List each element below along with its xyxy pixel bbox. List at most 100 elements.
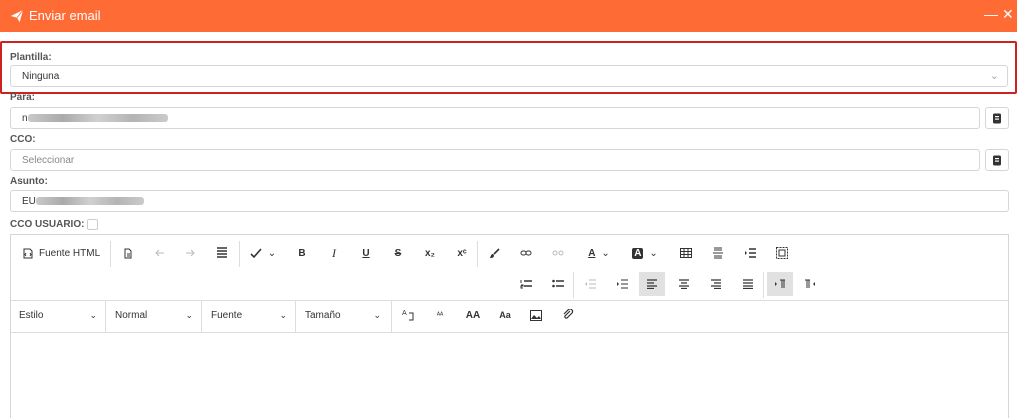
image-icon [530,309,542,321]
paragraph-format-button[interactable] [211,241,233,265]
table-icon [680,248,692,258]
svg-text:A: A [402,310,407,317]
unlink-icon [552,250,564,256]
font-color-dropdown[interactable]: A ⌄ [581,241,617,265]
undo-icon [155,249,164,257]
paper-plane-icon [10,9,24,23]
strikethrough-icon: S [394,247,402,259]
lowercase-button[interactable]: Aa [493,303,517,327]
source-code-icon [23,248,33,258]
align-right-button[interactable] [705,272,727,296]
address-book-button[interactable] [985,107,1009,129]
editor-content-area[interactable] [11,333,1008,418]
paragraph-block-icon [217,247,227,258]
unordered-list-button[interactable] [547,272,569,296]
undo-button[interactable] [149,241,171,265]
asunto-label: Asunto: [10,176,48,187]
size-dropdown[interactable]: Tamaño ⌄ [297,303,389,327]
source-html-button[interactable]: Fuente HTML [15,241,107,265]
spellcheck-dropdown[interactable]: ⌄ [245,241,281,265]
chevron-down-icon: ⌄ [373,309,381,320]
toolbar-separator [763,272,764,298]
text-transform-button[interactable]: A [397,303,419,327]
toolbar-separator [239,241,240,267]
toolbar-separator [477,241,478,267]
italic-icon: I [332,245,336,260]
uppercase-icon: AA [465,309,481,321]
para-input[interactable]: n [10,107,980,129]
plantilla-label: Plantilla: [10,52,52,63]
style-dropdown[interactable]: Estilo ⌄ [11,303,105,327]
subscript-button[interactable]: x₂ [419,241,441,265]
cco-usuario-checkbox[interactable] [87,219,98,230]
indent-button[interactable] [611,272,633,296]
align-center-icon [679,279,689,289]
outdent-button[interactable] [579,272,601,296]
align-left-button[interactable] [639,272,665,296]
rich-text-editor: Fuente HTML ⌄ B I U S x₂ xᶜ A ⌄ A ⌄ Esti… [10,234,1009,418]
image-button[interactable] [525,303,547,327]
link-button[interactable] [515,241,537,265]
cco-placeholder: Seleccionar [22,155,75,166]
fullscreen-icon [776,247,788,259]
spellcheck-icon [250,247,262,258]
redacted-email [27,114,168,123]
list-indent-icon [745,248,756,258]
chevron-down-icon: ⌄ [89,309,97,320]
asunto-input[interactable]: EU [10,190,1009,212]
font-color-icon: A [588,247,596,259]
format-dropdown-label: Normal [115,309,148,321]
minimize-button[interactable]: — [984,6,998,22]
toolbar-separator [391,300,392,332]
document-button[interactable] [117,241,139,265]
text-direction-ltr-icon [775,279,785,288]
text-direction-rtl-icon [805,279,815,288]
indent-icon [617,279,628,289]
fullscreen-button[interactable] [771,241,793,265]
format-dropdown[interactable]: Normal ⌄ [107,303,201,327]
strikethrough-button[interactable]: S [387,241,409,265]
justify-button[interactable] [737,272,759,296]
redo-button[interactable] [179,241,201,265]
horizontal-rule-button[interactable] [707,241,729,265]
background-color-dropdown[interactable]: A ⌄ [627,241,663,265]
small-caps-icon: ᴬᴬ [436,311,444,319]
underline-button[interactable]: U [355,241,377,265]
bold-button[interactable]: B [291,241,313,265]
font-dropdown[interactable]: Fuente ⌄ [203,303,295,327]
cco-select[interactable]: Seleccionar [10,149,980,171]
justify-icon [743,279,753,289]
plantilla-select[interactable]: Ninguna ⌄ [10,65,1008,87]
unlink-button[interactable] [547,241,569,265]
chevron-down-icon: ⌄ [989,70,999,82]
background-color-icon: A [632,247,644,259]
ordered-list-button[interactable] [515,272,537,296]
horizontal-rule-icon [713,247,723,259]
rtl-direction-button[interactable] [799,272,821,296]
attachment-button[interactable] [557,303,579,327]
superscript-button[interactable]: xᶜ [451,241,473,265]
table-button[interactable] [675,241,697,265]
clear-format-button[interactable] [483,241,505,265]
superscript-icon: xᶜ [457,247,467,259]
bold-icon: B [298,247,306,259]
size-dropdown-label: Tamaño [305,309,341,321]
redacted-subject [35,197,144,206]
small-caps-button[interactable]: ᴬᴬ [429,303,451,327]
italic-button[interactable]: I [323,241,345,265]
ltr-direction-button[interactable] [767,272,793,296]
window-title: Enviar email [29,8,101,23]
outdent-icon [585,279,596,289]
font-dropdown-label: Fuente [211,309,243,321]
address-book-button-cco[interactable] [985,149,1009,171]
redo-icon [186,249,195,257]
toolbar-divider [11,300,1008,301]
close-button[interactable]: ✕ [1002,6,1014,23]
indent-list-button[interactable] [739,241,761,265]
align-center-button[interactable] [673,272,695,296]
uppercase-button[interactable]: AA [461,303,485,327]
text-transform-icon: A [402,310,414,321]
ordered-list-icon [520,280,532,289]
chevron-down-icon: ⌄ [185,309,193,320]
align-right-icon [711,279,721,289]
